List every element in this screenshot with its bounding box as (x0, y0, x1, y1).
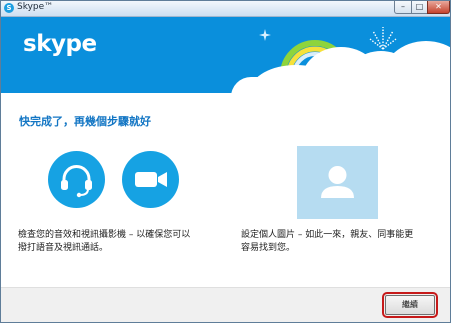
header-banner: skype (1, 17, 450, 93)
continue-button[interactable]: 繼續 (382, 292, 438, 318)
headset-button[interactable] (48, 151, 105, 208)
av-check-description: 檢查您的音效和視訊攝影機 – 以確保您可以 撥打語音及視訊通話。 (18, 229, 190, 255)
page-heading: 快完成了，再幾個步驟就好 (19, 115, 151, 128)
headset-icon (61, 165, 92, 198)
title-bar: S Skype™ – □ ✕ (1, 1, 450, 17)
minimize-button[interactable]: – (394, 1, 412, 14)
video-camera-icon (135, 172, 167, 187)
sun-rays-icon (369, 27, 397, 50)
picture-description-line: 容易找到您。 (241, 243, 296, 253)
profile-picture-button[interactable] (297, 146, 378, 219)
skype-window: S Skype™ – □ ✕ skype 快完成了，再幾個步驟就好 檢查您的音效… (0, 0, 451, 323)
person-silhouette-icon (321, 166, 354, 198)
profile-picture-description: 設定個人圖片 – 如此一來，親友、同事能更 容易找到您。 (241, 229, 413, 255)
skype-logo: skype (23, 31, 97, 57)
sparkle-icon (259, 29, 271, 41)
close-button[interactable]: ✕ (427, 1, 450, 14)
picture-description-line: 設定個人圖片 – 如此一來，親友、同事能更 (241, 230, 414, 240)
maximize-button[interactable]: □ (411, 1, 428, 14)
video-camera-button[interactable] (122, 151, 179, 208)
cloud-shape (231, 77, 450, 93)
window-title: Skype™ (17, 2, 54, 12)
av-description-line: 檢查您的音效和視訊攝影機 – 以確保您可以 (18, 230, 191, 240)
skype-app-icon: S (4, 3, 14, 13)
footer-bar (1, 287, 450, 322)
av-description-line: 撥打語音及視訊通話。 (18, 243, 109, 253)
